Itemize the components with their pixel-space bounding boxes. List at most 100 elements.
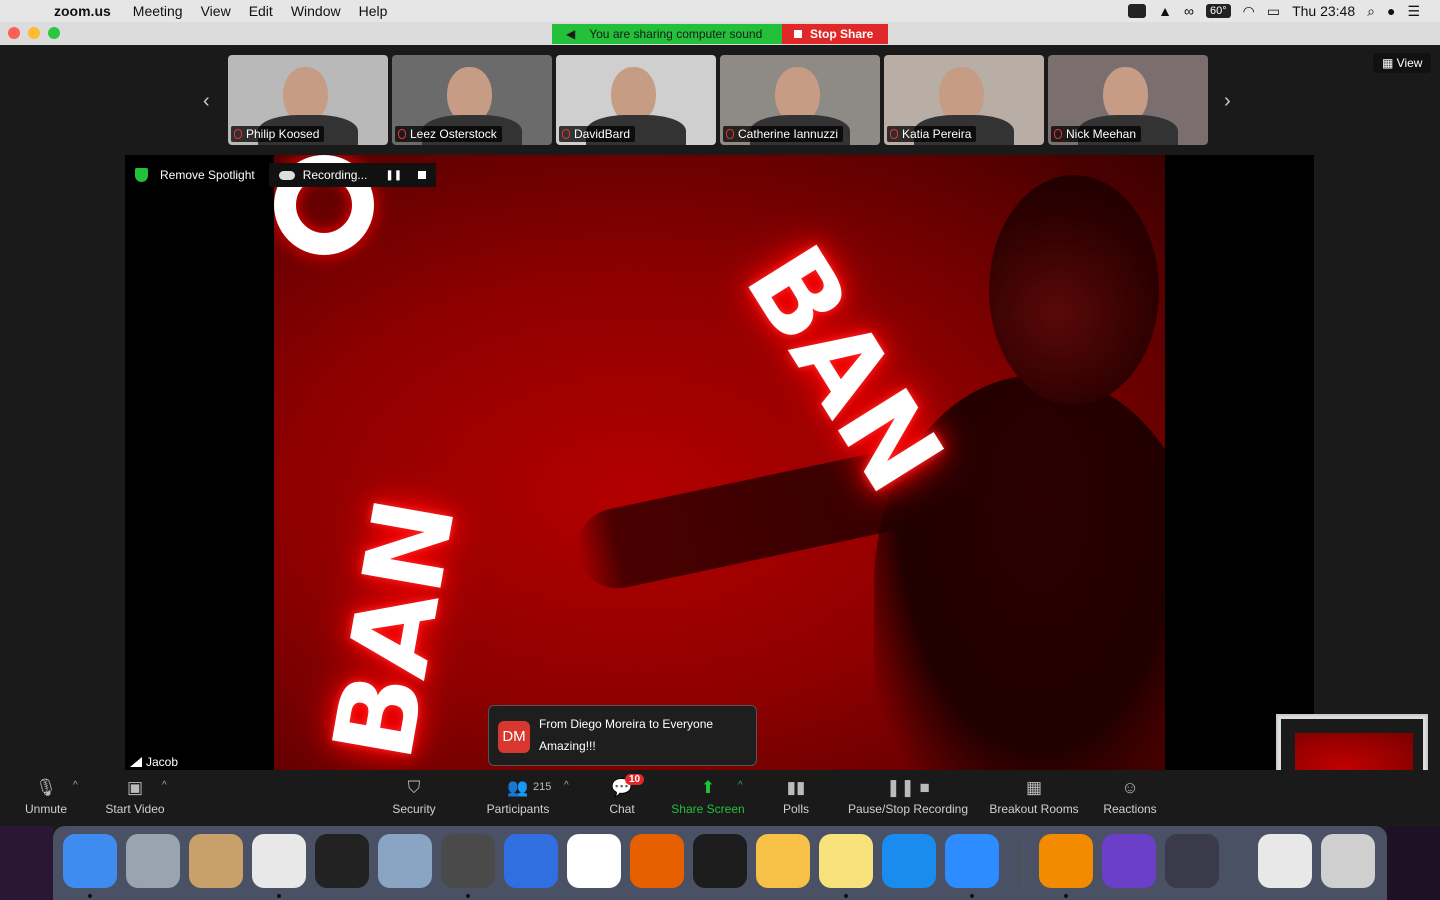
chat-label: Chat xyxy=(609,802,635,816)
polls-button[interactable]: ▮▮ Polls xyxy=(776,770,816,822)
vlc-icon[interactable] xyxy=(1039,834,1093,888)
menu-view[interactable]: View xyxy=(201,3,231,19)
clock-text[interactable]: Thu 23:48 xyxy=(1292,3,1355,19)
grid-icon: ▦ xyxy=(1382,56,1397,70)
vlc-tray-icon[interactable]: ▲ xyxy=(1158,3,1172,19)
recording-indicator: Recording... ❚❚ xyxy=(268,163,437,187)
menu-app-name[interactable]: zoom.us xyxy=(54,3,111,19)
cloud-recording-icon xyxy=(278,170,295,180)
running-indicator xyxy=(277,894,281,898)
spotlight-video-area[interactable]: BAN BAN Remove Spotlight Recording... ❚❚ xyxy=(125,155,1314,770)
reactions-button[interactable]: ☺ Reactions xyxy=(1100,770,1160,822)
imovie-icon[interactable] xyxy=(1102,834,1156,888)
close-window-button[interactable] xyxy=(8,27,20,39)
menu-bar: zoom.us Meeting View Edit Window Help ▲ … xyxy=(0,0,1440,22)
chat-notification[interactable]: DM From Diego Moreira to Everyone Amazin… xyxy=(488,705,757,766)
spotlight-search-icon[interactable]: ⌕ xyxy=(1367,3,1375,20)
preview-icon[interactable] xyxy=(378,834,432,888)
zoom-tray-icon[interactable] xyxy=(1128,4,1147,18)
sublime-icon[interactable] xyxy=(441,834,495,888)
share-screen-icon: ⬆ xyxy=(700,778,716,797)
keynote-icon[interactable] xyxy=(504,834,558,888)
unmute-label: Unmute xyxy=(24,802,68,816)
participant-tile[interactable]: Nick Meehan xyxy=(1048,55,1208,145)
pause-recording-icon[interactable]: ❚❚ xyxy=(385,170,402,181)
start-video-button[interactable]: ▣ Start Video xyxy=(100,770,170,822)
menu-edit[interactable]: Edit xyxy=(249,3,273,19)
share-options-caret-icon[interactable]: ^ xyxy=(738,780,743,791)
firefox-icon[interactable] xyxy=(630,834,684,888)
participant-name: DavidBard xyxy=(574,127,631,141)
running-indicator xyxy=(844,894,848,898)
video-off-icon: ▣ xyxy=(126,778,144,797)
video-options-caret-icon[interactable]: ^ xyxy=(162,780,167,791)
mic-muted-icon xyxy=(726,129,734,139)
battery-icon[interactable]: ▭ xyxy=(1267,3,1280,20)
view-button[interactable]: ▦ View xyxy=(1373,53,1432,73)
numbers-icon[interactable] xyxy=(567,834,621,888)
pause-stop-icon: ❚❚ ■ xyxy=(886,778,930,797)
running-indicator xyxy=(1064,894,1068,898)
pause-stop-recording-label: Pause/Stop Recording xyxy=(847,802,969,816)
launchpad-icon[interactable] xyxy=(126,834,180,888)
participants-options-caret-icon[interactable]: ^ xyxy=(564,780,569,791)
trash-icon[interactable] xyxy=(1321,834,1375,888)
participant-tile[interactable]: Catherine Iannuzzi xyxy=(720,55,880,145)
dock-separator xyxy=(1023,836,1024,888)
stop-share-button[interactable]: Stop Share xyxy=(782,24,888,44)
activity-monitor-icon[interactable] xyxy=(693,834,747,888)
zoom-icon[interactable] xyxy=(945,834,999,888)
pause-stop-recording-button[interactable]: ❚❚ ■ Pause/Stop Recording xyxy=(844,770,972,822)
chat-unread-badge: 10 xyxy=(625,774,645,785)
unmute-button[interactable]: 🎙 Unmute xyxy=(20,770,72,822)
temperature-readout[interactable]: 60° xyxy=(1205,4,1231,18)
polls-label: Polls xyxy=(782,802,809,816)
mic-muted-icon xyxy=(562,129,570,139)
smiley-add-icon: ☺ xyxy=(1121,778,1139,797)
finder-icon[interactable] xyxy=(63,834,117,888)
shield-check-icon xyxy=(135,168,148,182)
minimize-window-button[interactable] xyxy=(28,27,40,39)
security-button[interactable]: ⛉ Security xyxy=(386,770,442,822)
stop-icon xyxy=(794,30,802,38)
menu-window[interactable]: Window xyxy=(291,3,341,19)
quicktime-icon[interactable] xyxy=(1165,834,1219,888)
breakout-rooms-button[interactable]: ▦ Breakout Rooms xyxy=(986,770,1082,822)
next-page-chevron-icon[interactable]: › xyxy=(1224,90,1231,113)
participant-tile[interactable]: DavidBard xyxy=(556,55,716,145)
previous-page-chevron-icon[interactable]: ‹ xyxy=(203,90,210,113)
share-screen-button[interactable]: ⬆ Share Screen xyxy=(668,770,748,822)
participant-name: Catherine Iannuzzi xyxy=(738,127,839,141)
creative-cloud-icon[interactable]: ∞ xyxy=(1184,3,1194,19)
participant-tile[interactable]: Philip Koosed xyxy=(228,55,388,145)
participant-tile[interactable]: Katia Pereira xyxy=(884,55,1044,145)
fullscreen-window-button[interactable] xyxy=(48,27,60,39)
participants-button[interactable]: 👥 Participants xyxy=(482,770,554,822)
document-icon[interactable] xyxy=(1258,834,1312,888)
participant-name-tag: Philip Koosed xyxy=(231,126,325,142)
mic-muted-icon xyxy=(234,129,242,139)
pages-icon[interactable] xyxy=(756,834,810,888)
wifi-icon[interactable]: ◠ xyxy=(1243,3,1255,20)
mic-muted-icon xyxy=(398,129,406,139)
mail-stamp-icon[interactable] xyxy=(189,834,243,888)
meeting-toolbar: 🎙 Unmute ^ ▣ Start Video ^ ⛉ Security 👥 … xyxy=(0,770,1440,822)
menu-help[interactable]: Help xyxy=(359,3,388,19)
remove-spotlight-label: Remove Spotlight xyxy=(160,168,255,182)
siri-icon[interactable]: ● xyxy=(1387,3,1395,19)
running-indicator xyxy=(88,894,92,898)
remove-spotlight-button[interactable]: Remove Spotlight xyxy=(125,163,265,187)
menu-meeting[interactable]: Meeting xyxy=(133,3,183,19)
app-store-icon[interactable] xyxy=(882,834,936,888)
speaker-name-label: Jacob xyxy=(125,753,184,771)
chrome-icon[interactable] xyxy=(252,834,306,888)
audio-options-caret-icon[interactable]: ^ xyxy=(73,780,78,791)
participant-tile[interactable]: Leez Osterstock xyxy=(392,55,552,145)
participant-name: Nick Meehan xyxy=(1066,127,1137,141)
terminal-icon[interactable] xyxy=(315,834,369,888)
desktop-wallpaper-right xyxy=(1387,826,1440,900)
stop-recording-icon[interactable] xyxy=(418,171,427,179)
control-center-icon[interactable]: ☰ xyxy=(1407,3,1420,20)
security-label: Security xyxy=(392,802,436,816)
notes-icon[interactable] xyxy=(819,834,873,888)
